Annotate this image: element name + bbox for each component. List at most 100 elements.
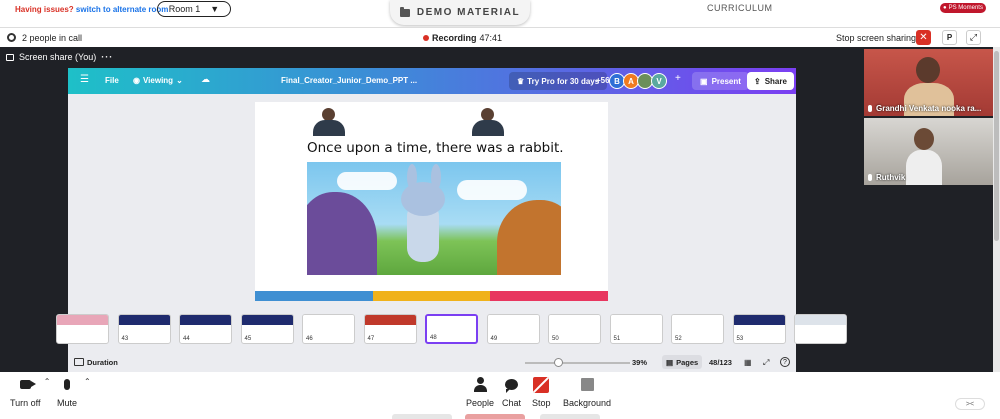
- slide-thumbnail[interactable]: 43: [117, 314, 171, 344]
- participant-name: Grandhi Venkata nooka ra...: [868, 104, 981, 113]
- viewing-dropdown[interactable]: ◉ Viewing ⌄: [133, 76, 183, 85]
- collapse-icon[interactable]: ><: [955, 398, 985, 410]
- scrollbar-thumb[interactable]: [994, 51, 999, 241]
- stop-label: Stop: [532, 398, 551, 408]
- cloud-sync-icon[interactable]: ☁: [201, 74, 210, 85]
- eye-icon: ◉: [133, 76, 140, 85]
- rabbit-illustration: [307, 162, 561, 275]
- slide-thumbnail[interactable]: 48: [425, 314, 478, 344]
- expand-icon[interactable]: ⤢: [966, 30, 981, 45]
- slide-number: 49: [489, 336, 499, 342]
- people-icon: [473, 377, 488, 392]
- stop-screen-sharing-label[interactable]: Stop screen sharing: [836, 33, 916, 43]
- slide-thumbnail[interactable]: 52: [671, 314, 724, 344]
- slide-number: 48: [429, 335, 438, 341]
- camera-icon: [19, 380, 36, 389]
- turn-off-camera-button[interactable]: ⌃ Turn off: [10, 376, 50, 408]
- top-strip: Having issues? switch to alternate room …: [0, 0, 1000, 27]
- upload-icon: ⇪: [754, 76, 761, 86]
- canva-footer: Duration 39% ▤ Pages 48/123 ▦ ⤢ ?: [68, 353, 796, 372]
- participant-name: Ruthvik: [868, 173, 905, 182]
- stop-sharing-close-button[interactable]: ✕: [916, 30, 931, 45]
- slide-number: 43: [120, 336, 130, 342]
- extra-users-count[interactable]: +56: [596, 76, 610, 85]
- zoom-slider-handle[interactable]: [554, 358, 563, 367]
- signer-video-right: [469, 106, 507, 136]
- slide-thumbnail[interactable]: 47: [363, 314, 417, 344]
- recording-dot-icon: [423, 35, 429, 41]
- slide-thumbnail[interactable]: 53: [732, 314, 786, 344]
- slide-bar-segment: [255, 291, 373, 301]
- slide-number: 47: [366, 336, 376, 342]
- slide-thumbnail[interactable]: 50: [548, 314, 601, 344]
- screen-share-title: Screen share (You): [19, 52, 97, 62]
- file-menu[interactable]: File: [105, 76, 119, 85]
- background-button[interactable]: Background: [563, 376, 611, 408]
- slide-bar-segment: [372, 291, 491, 301]
- collaborator-avatars: BAV: [609, 73, 667, 89]
- pages-label: Pages: [676, 357, 699, 367]
- hamburger-menu-icon[interactable]: ☰: [80, 74, 89, 85]
- duration-button[interactable]: Duration: [87, 358, 118, 367]
- slide-thumbnail[interactable]: 45: [240, 314, 294, 344]
- share-button[interactable]: ⇪ Share: [747, 72, 794, 90]
- add-collaborator-icon[interactable]: +: [675, 73, 681, 84]
- room-select[interactable]: Room 1 ▼: [157, 1, 231, 17]
- slide-number: 52: [674, 336, 683, 342]
- mute-button[interactable]: ⌃ Mute: [57, 376, 91, 408]
- issues-prefix: Having issues?: [15, 5, 74, 14]
- participant-tile[interactable]: Grandhi Venkata nooka ra...: [864, 49, 998, 116]
- pages-icon: ▤: [666, 357, 674, 367]
- pages-button[interactable]: ▤ Pages: [662, 355, 703, 369]
- collaborator-avatar[interactable]: V: [651, 73, 667, 89]
- people-button[interactable]: People: [466, 376, 494, 408]
- slide-bar-segment: [490, 291, 609, 301]
- fullscreen-icon[interactable]: ⤢: [763, 358, 769, 368]
- try-pro-button[interactable]: ♛ Try Pro for 30 days: [509, 72, 608, 90]
- page-count: 48/123: [709, 358, 732, 367]
- slide-thumbnail[interactable]: 46: [302, 314, 355, 344]
- chevron-down-icon[interactable]: ⌃: [84, 377, 91, 386]
- slide-thumbnail[interactable]: 51: [609, 314, 663, 344]
- demo-material-tab[interactable]: DEMO MATERIAL: [390, 0, 530, 25]
- curriculum-tab[interactable]: CURRICULUM: [707, 3, 773, 13]
- demo-material-label: DEMO MATERIAL: [416, 7, 521, 18]
- page-scrollbar[interactable]: [993, 47, 1000, 372]
- slide-thumbnail[interactable]: [56, 314, 109, 344]
- bottom-tab-hint[interactable]: [465, 414, 525, 419]
- issues-notice: Having issues? switch to alternate room: [15, 5, 168, 14]
- bottom-tab-hint[interactable]: [540, 414, 600, 419]
- alternate-room-link[interactable]: switch to alternate room: [76, 5, 168, 14]
- zoom-slider[interactable]: [525, 362, 630, 364]
- p-button[interactable]: P: [942, 30, 957, 45]
- people-count: 2 people in call: [22, 33, 83, 43]
- mic-icon: [868, 105, 872, 112]
- canva-toolbar: ☰ File ◉ Viewing ⌄ ☁ Final_Creator_Junio…: [68, 68, 796, 94]
- signer-video-left: [310, 106, 348, 136]
- help-icon[interactable]: ?: [780, 357, 790, 367]
- ps-moments-badge[interactable]: ● PS Moments: [940, 3, 986, 13]
- viewing-label: Viewing: [142, 76, 174, 85]
- zoom-level[interactable]: 39%: [632, 358, 647, 367]
- caret-down-icon: ▼: [210, 4, 220, 14]
- slide-number: 46: [305, 336, 314, 342]
- duration-icon[interactable]: [74, 358, 84, 366]
- present-button[interactable]: ▣ Present: [692, 72, 749, 90]
- gear-icon[interactable]: [7, 33, 16, 42]
- chat-button[interactable]: Chat: [502, 376, 521, 408]
- bottom-tab-hint[interactable]: [392, 414, 452, 419]
- document-title[interactable]: Final_Creator_Junior_Demo_PPT ...: [281, 76, 417, 85]
- screen-share-area: Screen share (You) ··· ☰ File ◉ Viewing …: [0, 47, 862, 372]
- slide-thumbnail[interactable]: 44: [179, 314, 232, 344]
- crown-icon: ♛: [517, 76, 525, 86]
- participant-tile[interactable]: Ruthvik: [864, 118, 998, 185]
- grid-view-icon[interactable]: ▦: [744, 358, 752, 367]
- stop-share-button[interactable]: Stop: [532, 376, 551, 408]
- share-label: Share: [764, 76, 787, 86]
- chevron-down-icon[interactable]: ⌃: [44, 377, 51, 386]
- mute-label: Mute: [57, 398, 78, 408]
- slide-thumbnail[interactable]: [794, 314, 847, 344]
- slide-canvas[interactable]: Once upon a time, there was a rabbit.: [255, 102, 609, 301]
- more-options-icon[interactable]: ···: [101, 52, 113, 62]
- slide-thumbnail[interactable]: 49: [486, 314, 540, 344]
